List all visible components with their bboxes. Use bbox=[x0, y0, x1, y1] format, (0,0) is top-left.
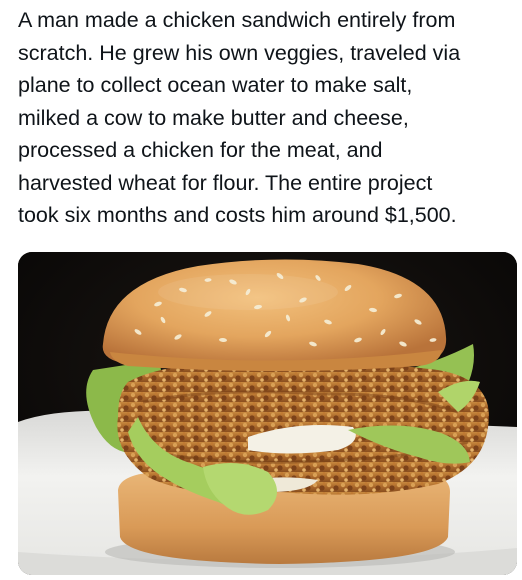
post-text: A man made a chicken sandwich entirely f… bbox=[18, 8, 461, 227]
media-image[interactable] bbox=[18, 252, 517, 575]
chicken-sandwich-photo bbox=[18, 252, 517, 575]
tweet-post: A man made a chicken sandwich entirely f… bbox=[0, 0, 522, 580]
